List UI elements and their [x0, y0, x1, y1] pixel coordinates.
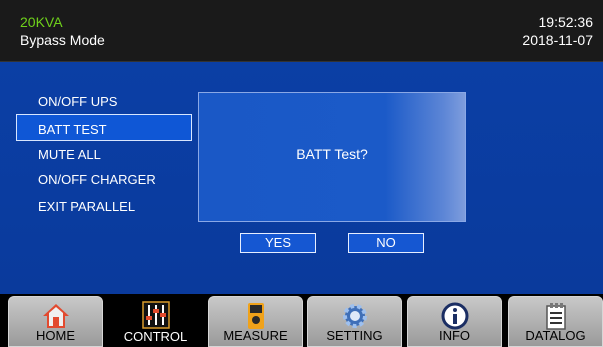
- tab-home-label: HOME: [36, 328, 75, 343]
- clock-date: 2018-11-07: [522, 32, 593, 48]
- tab-setting-label: SETTING: [326, 328, 383, 343]
- meter-icon: [247, 303, 264, 329]
- tab-control-label: CONTROL: [123, 329, 188, 344]
- ups-control-screen: 20KVA Bypass Mode 19:52:36 2018-11-07 ON…: [0, 0, 603, 347]
- bottom-nav: HOME CONTROL MEASURE SETTING INFO DATALO…: [0, 294, 603, 347]
- clock-time: 19:52:36: [538, 14, 594, 30]
- yes-button[interactable]: YES: [240, 233, 316, 253]
- tab-datalog[interactable]: DATALOG: [508, 296, 603, 347]
- confirm-dialog: BATT Test?: [198, 92, 466, 222]
- log-icon: [545, 303, 566, 330]
- tab-measure[interactable]: MEASURE: [208, 296, 303, 347]
- menu-item-mute-all[interactable]: MUTE ALL: [38, 147, 101, 162]
- operating-mode-label: Bypass Mode: [20, 32, 105, 48]
- status-header: 20KVA Bypass Mode 19:52:36 2018-11-07: [0, 0, 603, 62]
- control-panel: ON/OFF UPS BATT TEST MUTE ALL ON/OFF CHA…: [0, 62, 603, 294]
- sliders-icon: [141, 301, 170, 329]
- ups-model-label: 20KVA: [20, 14, 63, 30]
- tab-control[interactable]: CONTROL: [108, 296, 203, 347]
- tab-home[interactable]: HOME: [8, 296, 103, 347]
- tab-setting[interactable]: SETTING: [307, 296, 402, 347]
- menu-item-onoff-ups[interactable]: ON/OFF UPS: [38, 94, 117, 109]
- tab-datalog-label: DATALOG: [525, 328, 586, 343]
- info-icon: [441, 302, 468, 330]
- menu-item-batt-test[interactable]: BATT TEST: [38, 122, 107, 137]
- home-icon: [42, 304, 69, 328]
- no-button[interactable]: NO: [348, 233, 424, 253]
- gear-icon: [342, 304, 367, 328]
- tab-measure-label: MEASURE: [223, 328, 288, 343]
- dialog-message: BATT Test?: [296, 146, 368, 162]
- menu-item-exit-parallel[interactable]: EXIT PARALLEL: [38, 199, 135, 214]
- tab-info[interactable]: INFO: [407, 296, 502, 347]
- menu-item-onoff-charger[interactable]: ON/OFF CHARGER: [38, 172, 156, 187]
- tab-info-label: INFO: [438, 328, 471, 343]
